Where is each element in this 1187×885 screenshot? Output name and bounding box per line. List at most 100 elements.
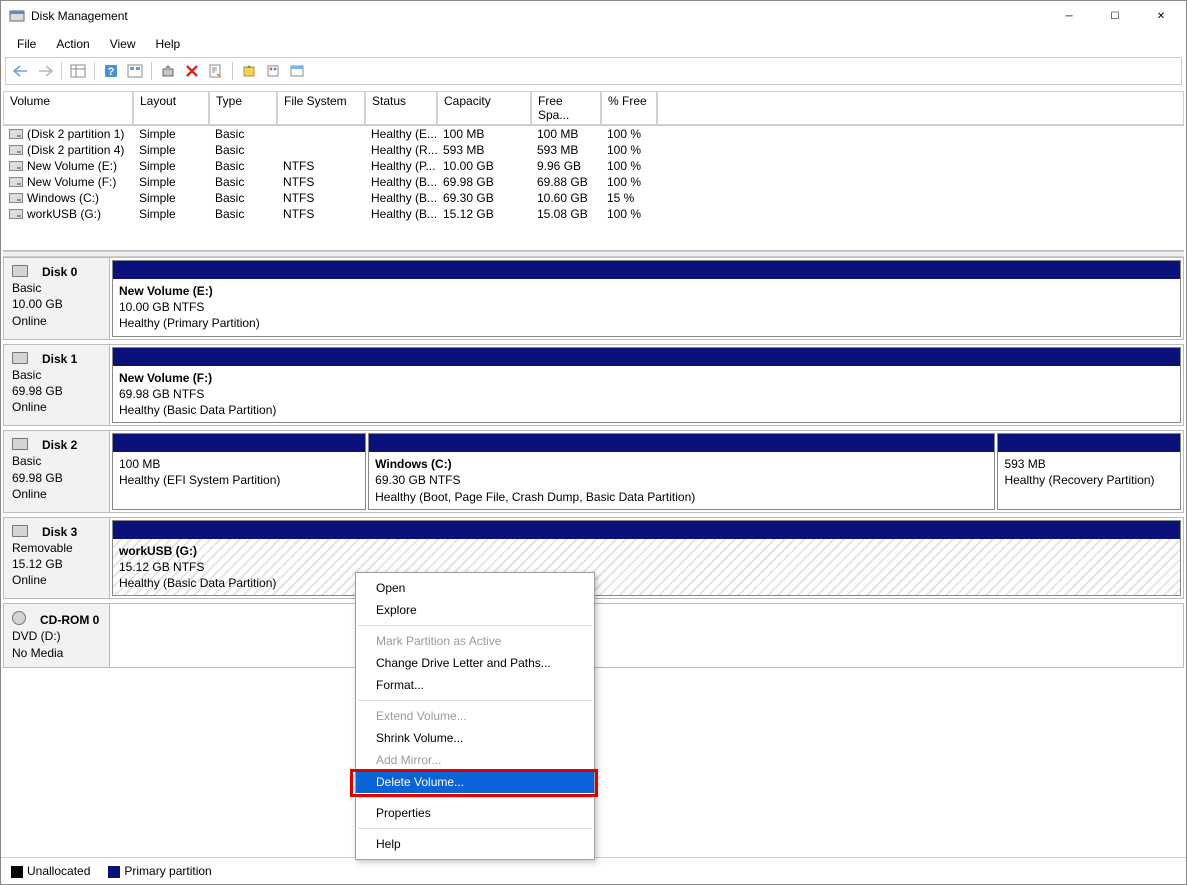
volume-row[interactable]: New Volume (F:) SimpleBasicNTFS Healthy … [3,174,1184,190]
menu-help[interactable]: Help [146,33,191,55]
settings-button[interactable] [124,60,146,82]
help-button[interactable]: ? [100,60,122,82]
partition-bar [113,348,1180,366]
volume-icon [9,145,23,155]
disk-info[interactable]: CD-ROM 0DVD (D:)No Media [4,604,110,667]
volume-icon [9,193,23,203]
close-button[interactable]: ✕ [1138,1,1184,31]
col-free[interactable]: Free Spa... [531,91,601,125]
ctx-separator [358,797,592,798]
volume-row[interactable]: (Disk 2 partition 1) SimpleBasic Healthy… [3,126,1184,142]
ctx-separator [358,828,592,829]
volume-list-header: Volume Layout Type File System Status Ca… [3,91,1184,126]
disk-row: Disk 0Basic10.00 GBOnline New Volume (E:… [3,257,1184,340]
forward-button[interactable] [34,60,56,82]
col-status[interactable]: Status [365,91,437,125]
hdd-icon [12,352,28,364]
volume-icon [9,177,23,187]
volume-row[interactable]: (Disk 2 partition 4) SimpleBasic Healthy… [3,142,1184,158]
disk-row: Disk 1Basic69.98 GBOnline New Volume (F:… [3,344,1184,427]
menu-file[interactable]: File [7,33,46,55]
partition-container: 100 MBHealthy (EFI System Partition) Win… [110,431,1183,512]
legend-primary: Primary partition [108,864,211,878]
svg-text:?: ? [108,66,115,78]
partition-body: 100 MBHealthy (EFI System Partition) [113,452,365,509]
ctx-shrink[interactable]: Shrink Volume... [356,727,594,749]
volume-list[interactable]: (Disk 2 partition 1) SimpleBasic Healthy… [3,126,1184,251]
partition-container: New Volume (E:)10.00 GB NTFSHealthy (Pri… [110,258,1183,339]
partition-body: workUSB (G:)15.12 GB NTFSHealthy (Basic … [113,539,1180,596]
view-options-button[interactable] [67,60,89,82]
partition-bar [998,434,1180,452]
partition-bar [113,261,1180,279]
action-button2[interactable] [262,60,284,82]
partition[interactable]: 593 MBHealthy (Recovery Partition) [997,433,1181,510]
partition-container [110,604,1183,667]
volume-icon [9,129,23,139]
volume-row[interactable]: New Volume (E:) SimpleBasicNTFS Healthy … [3,158,1184,174]
menubar: File Action View Help [1,31,1186,57]
ctx-separator [358,700,592,701]
col-pct[interactable]: % Free [601,91,657,125]
partition-bar [113,434,365,452]
minimize-button[interactable]: ─ [1046,1,1092,31]
partition-body: New Volume (E:)10.00 GB NTFSHealthy (Pri… [113,279,1180,336]
col-spacer [657,91,1184,125]
partition-body: 593 MBHealthy (Recovery Partition) [998,452,1180,509]
partition-container: workUSB (G:)15.12 GB NTFSHealthy (Basic … [110,518,1183,599]
ctx-open[interactable]: Open [356,577,594,599]
ctx-delete-volume[interactable]: Delete Volume... [356,771,594,793]
menu-action[interactable]: Action [46,33,99,55]
disk-row: Disk 2Basic69.98 GBOnline 100 MBHealthy … [3,430,1184,513]
separator-icon [94,62,95,80]
ctx-explore[interactable]: Explore [356,599,594,621]
volume-icon [9,209,23,219]
cd-icon [12,611,26,625]
ctx-change-letter[interactable]: Change Drive Letter and Paths... [356,652,594,674]
legend: Unallocated Primary partition [1,857,1186,884]
ctx-separator [358,625,592,626]
separator-icon [61,62,62,80]
back-button[interactable] [10,60,32,82]
legend-unallocated: Unallocated [11,864,90,878]
delete-button[interactable] [181,60,203,82]
titlebar: Disk Management ─ ☐ ✕ [1,1,1186,31]
ctx-help[interactable]: Help [356,833,594,855]
partition[interactable]: workUSB (G:)15.12 GB NTFSHealthy (Basic … [112,520,1181,597]
ctx-format[interactable]: Format... [356,674,594,696]
col-capacity[interactable]: Capacity [437,91,531,125]
col-fs[interactable]: File System [277,91,365,125]
ctx-add-mirror: Add Mirror... [356,749,594,771]
partition-bar [113,521,1180,539]
maximize-button[interactable]: ☐ [1092,1,1138,31]
disk-info[interactable]: Disk 1Basic69.98 GBOnline [4,345,110,426]
context-menu: Open Explore Mark Partition as Active Ch… [355,572,595,860]
partition[interactable]: 100 MBHealthy (EFI System Partition) [112,433,366,510]
properties-button[interactable] [205,60,227,82]
refresh-button[interactable] [157,60,179,82]
toolbar: ? [5,57,1182,85]
hdd-icon [12,525,28,537]
disk-info[interactable]: Disk 0Basic10.00 GBOnline [4,258,110,339]
ctx-mark-active: Mark Partition as Active [356,630,594,652]
ctx-properties[interactable]: Properties [356,802,594,824]
hdd-icon [12,265,28,277]
action-button3[interactable] [286,60,308,82]
partition[interactable]: Windows (C:)69.30 GB NTFSHealthy (Boot, … [368,433,995,510]
action-button1[interactable] [238,60,260,82]
partition-bar [369,434,994,452]
partition[interactable]: New Volume (E:)10.00 GB NTFSHealthy (Pri… [112,260,1181,337]
col-type[interactable]: Type [209,91,277,125]
separator-icon [232,62,233,80]
disk-info[interactable]: Disk 3Removable15.12 GBOnline [4,518,110,599]
volume-row[interactable]: workUSB (G:) SimpleBasicNTFS Healthy (B.… [3,206,1184,222]
col-layout[interactable]: Layout [133,91,209,125]
volume-row[interactable]: Windows (C:) SimpleBasicNTFS Healthy (B.… [3,190,1184,206]
app-icon [9,8,25,24]
disk-info[interactable]: Disk 2Basic69.98 GBOnline [4,431,110,512]
partition-body: New Volume (F:)69.98 GB NTFSHealthy (Bas… [113,366,1180,423]
partition[interactable]: New Volume (F:)69.98 GB NTFSHealthy (Bas… [112,347,1181,424]
col-volume[interactable]: Volume [3,91,133,125]
menu-view[interactable]: View [100,33,146,55]
separator-icon [151,62,152,80]
